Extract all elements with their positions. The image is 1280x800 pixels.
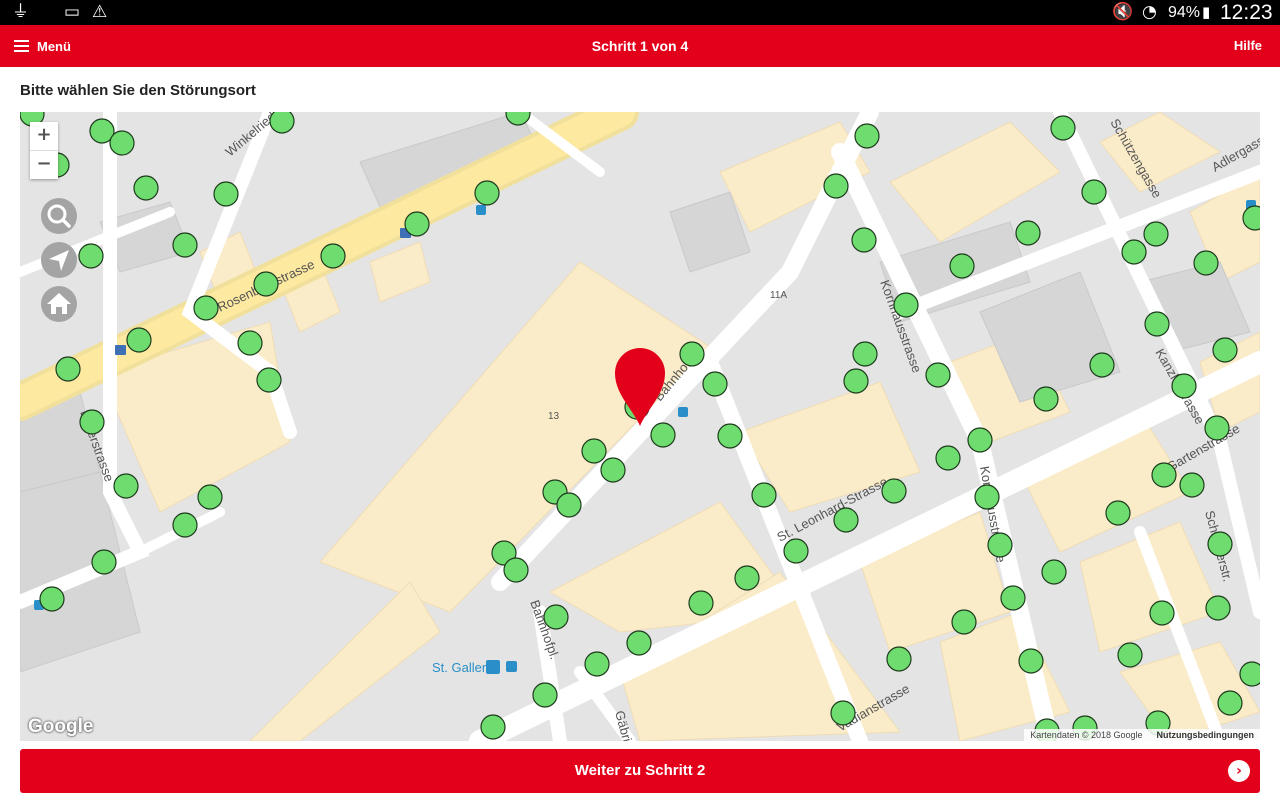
zoom-control: + − (30, 122, 58, 179)
warning-icon: ⚠ (92, 2, 108, 22)
map-search-button[interactable] (41, 198, 77, 234)
next-step-button[interactable]: Weiter zu Schritt 2 › (20, 749, 1260, 793)
map-attribution: Kartendaten © 2018 Google Nutzungsbeding… (1024, 729, 1260, 741)
system-status-bar: ⏚ ▭ ⚠ 🔇 ◔ 94% ▮ 12:23 (0, 0, 1280, 25)
map-locate-button[interactable] (41, 242, 77, 278)
search-icon (47, 204, 71, 228)
step-title: Schritt 1 von 4 (591, 38, 689, 54)
locate-icon (49, 250, 69, 271)
zoom-out-button[interactable]: − (30, 150, 58, 179)
menu-label: Menü (37, 38, 71, 54)
svg-text:13: 13 (548, 411, 560, 422)
next-step-label: Weiter zu Schritt 2 (574, 762, 706, 779)
battery-percent: 94% (1168, 4, 1201, 21)
svg-text:11A: 11A (770, 290, 787, 301)
page-prompt: Bitte wählen Sie den Störungsort (20, 82, 256, 99)
home-icon (47, 293, 71, 314)
wifi-icon: ◔ (1142, 2, 1157, 22)
svg-text:St. Gallen: St. Gallen (432, 660, 489, 675)
map-home-button[interactable] (41, 286, 77, 322)
usb-icon: ⏚ (12, 2, 29, 22)
hamburger-icon (14, 40, 29, 52)
terms-link[interactable]: Nutzungsbedingungen (1157, 730, 1254, 740)
clock: 12:23 (1220, 1, 1273, 24)
menu-button[interactable]: Menü (14, 25, 71, 67)
google-logo: Google (28, 716, 94, 737)
battery-icon: ▮ (1202, 3, 1211, 21)
battery-saver-icon: ▭ (64, 2, 81, 22)
help-button[interactable]: Hilfe (1234, 25, 1262, 67)
app-header: Schritt 1 von 4 Menü Hilfe (0, 25, 1280, 67)
map-view[interactable]: Winkelried Rosenbergstrasse Bahnhofstr. … (20, 112, 1260, 741)
zoom-in-button[interactable]: + (30, 122, 58, 150)
chevron-right-icon: › (1228, 760, 1250, 782)
map-data-credit: Kartendaten © 2018 Google (1030, 730, 1143, 740)
mute-icon: 🔇 (1112, 2, 1134, 22)
map-canvas[interactable]: Winkelried Rosenbergstrasse Bahnhofstr. … (20, 112, 1260, 741)
